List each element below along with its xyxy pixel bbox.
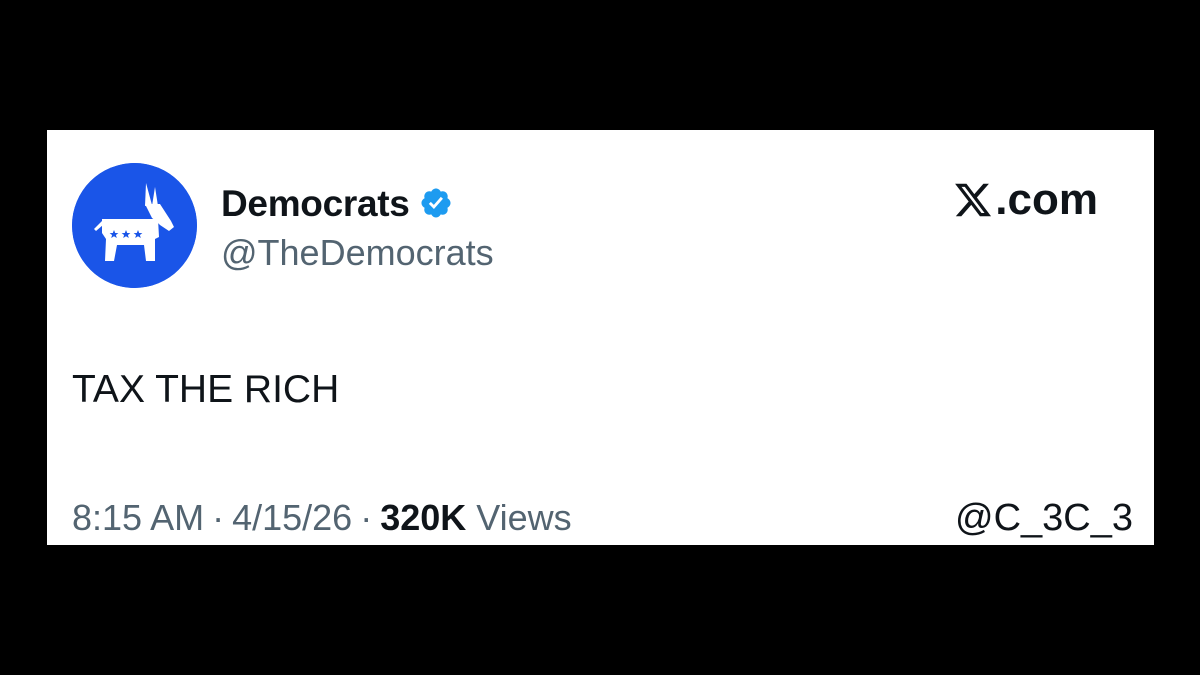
author-name-row: Democrats [221, 178, 453, 228]
x-logo-icon [953, 180, 993, 220]
page: Democrats @TheDemocrats .com TAX THE RIC… [0, 0, 1200, 675]
post-text: TAX THE RICH [72, 368, 340, 411]
author-display-name[interactable]: Democrats [221, 185, 410, 222]
views-label: Views [476, 497, 572, 538]
avatar[interactable] [72, 163, 197, 288]
author-handle[interactable]: @TheDemocrats [221, 231, 494, 275]
verified-badge-icon [419, 186, 453, 220]
meta-separator: · [360, 497, 373, 538]
post-time[interactable]: 8:15 AM [72, 496, 204, 540]
site-label[interactable]: .com [953, 178, 1098, 222]
meta-separator: · [212, 497, 225, 538]
views-count: 320K [380, 497, 467, 538]
donkey-logo-icon [72, 163, 197, 288]
post-date[interactable]: 4/15/26 [232, 496, 352, 540]
post-meta: 8:15 AM · 4/15/26 · 320K Views [72, 496, 572, 540]
watermark-handle: @C_3C_3 [955, 497, 1133, 539]
post-card: Democrats @TheDemocrats .com TAX THE RIC… [47, 130, 1154, 545]
site-label-text: .com [995, 175, 1098, 224]
